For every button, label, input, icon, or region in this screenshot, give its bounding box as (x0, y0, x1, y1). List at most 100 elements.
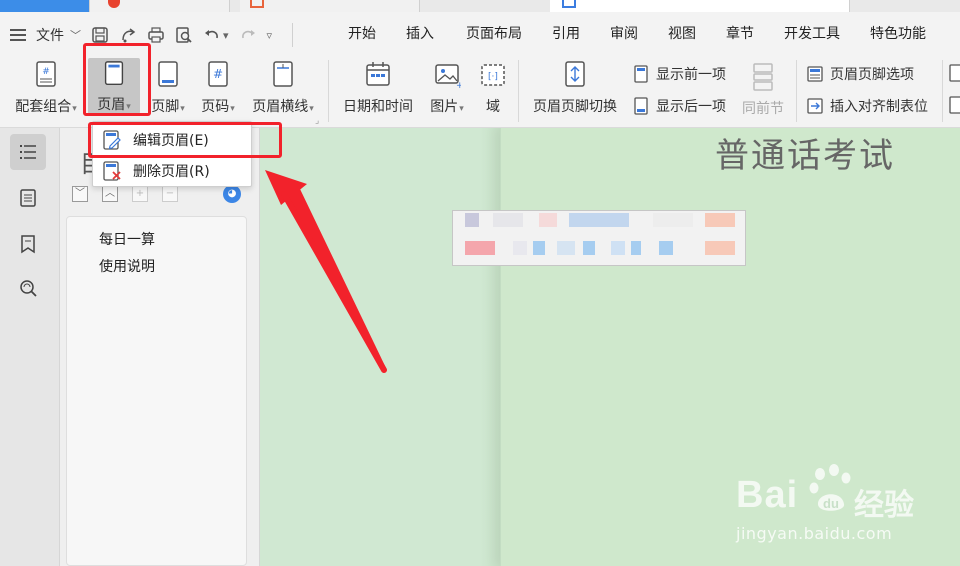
group-expand-icon[interactable]: ⌟ (315, 116, 319, 126)
document-icon (250, 0, 264, 8)
list-item[interactable]: 使用说明 (99, 256, 155, 276)
print-icon[interactable] (147, 26, 165, 44)
delete-header-label: 删除页眉(R) (133, 164, 210, 180)
save-icon[interactable] (91, 26, 109, 44)
chevron-down-icon[interactable]: ▾ (223, 29, 229, 42)
divider (518, 60, 519, 122)
footer-icon (158, 61, 178, 87)
header-footer-switch-button[interactable]: 页眉页脚切换 (528, 60, 622, 116)
watermark-brand: Bai (736, 474, 799, 516)
show-previous-label: 显示前一项 (656, 67, 726, 83)
divider (292, 23, 294, 47)
tab-developer[interactable]: 开发工具 (784, 23, 840, 43)
customize-toolbar-icon[interactable]: ▿ (267, 29, 273, 42)
chevron-down-icon[interactable]: ﹀ (70, 27, 81, 43)
navigation-pane: 目 ﹀ ︿ + − ◕ 每日一算 使用说明 (60, 128, 260, 566)
tab-home[interactable]: 开始 (348, 23, 376, 43)
align-tab-icon (807, 98, 823, 114)
header-line-button[interactable]: 页眉横线▾ (246, 60, 320, 116)
remove-heading-icon[interactable]: − (162, 186, 178, 202)
tab-page-layout[interactable]: 页面布局 (466, 23, 522, 43)
list-item[interactable]: 每日一算 (99, 229, 155, 249)
redo-icon[interactable] (239, 26, 257, 44)
options-label: 页眉页脚选项 (830, 67, 914, 83)
image-icon: + (435, 64, 461, 90)
paw-logo-icon: du (809, 464, 851, 511)
find-replace-button[interactable] (10, 270, 46, 306)
divider (942, 60, 943, 122)
export-icon[interactable] (119, 26, 137, 44)
document-tab[interactable] (240, 0, 420, 12)
caret-down-icon: ▾ (459, 104, 464, 114)
footer-label: 页脚 (151, 99, 180, 115)
caret-down-icon: ▾ (180, 104, 185, 114)
switch-icon (565, 61, 585, 87)
calendar-icon (366, 62, 390, 86)
insert-align-tab-button[interactable]: 插入对齐制表位 (806, 96, 928, 116)
baidu-watermark: Bai du 经验 jingyan.baidu.com (730, 462, 950, 552)
field-icon: [·] (481, 64, 505, 86)
bundle-label: 配套组合 (15, 99, 72, 115)
document-list-icon (20, 189, 36, 207)
same-as-previous-button[interactable]: 同前节 (738, 62, 788, 118)
footer-button[interactable]: 页脚▾ (146, 60, 190, 116)
edit-header-menu-item[interactable]: 编辑页眉(E) (93, 125, 253, 155)
tab-insert[interactable]: 插入 (406, 23, 434, 43)
document-tab[interactable] (90, 0, 230, 12)
page-list-button[interactable] (10, 180, 46, 216)
watermark-jingyan: 经验 (854, 488, 914, 523)
header-label: 页眉 (97, 97, 126, 113)
bookmark-button[interactable] (10, 226, 46, 262)
caret-down-icon: ▾ (72, 104, 77, 114)
caret-down-icon: ▾ (126, 102, 131, 112)
tab-view[interactable]: 视图 (668, 23, 696, 43)
image-button[interactable]: + 图片▾ (424, 60, 470, 116)
switch-label: 页眉页脚切换 (533, 99, 617, 115)
header-button[interactable]: 页眉▾ (88, 58, 140, 114)
print-preview-icon[interactable] (175, 26, 193, 44)
tab-references[interactable]: 引用 (552, 23, 580, 43)
watermark-url: jingyan.baidu.com (736, 524, 893, 543)
ribbon-toolbar: # 配套组合▾ 页眉▾ 页脚▾ # 页码▾ 页眉横线▾ ⌟ 日期和时间 + 图片… (0, 52, 960, 128)
page-number-button[interactable]: # 页码▾ (196, 60, 240, 116)
next-item-icon (634, 97, 648, 115)
header-footer-options-button[interactable]: 页眉页脚选项 (806, 64, 914, 84)
tab-review[interactable]: 审阅 (610, 23, 638, 43)
blurred-content (452, 210, 746, 266)
header-line-label: 页眉横线 (252, 99, 309, 115)
tab-section[interactable]: 章节 (726, 23, 754, 43)
outline-view-button[interactable] (10, 134, 46, 170)
overflow-icon[interactable] (948, 96, 960, 114)
bundle-button[interactable]: # 配套组合▾ (12, 60, 80, 116)
header-dropdown-menu: 编辑页眉(E) 删除页眉(R) (92, 121, 252, 187)
edit-header-icon (103, 130, 121, 150)
overflow-icon[interactable] (948, 64, 960, 82)
window-tab-strip (0, 0, 960, 12)
tab-special-features[interactable]: 特色功能 (870, 23, 926, 43)
show-next-button[interactable]: 显示后一项 (632, 96, 726, 116)
field-label: 域 (486, 99, 500, 115)
show-previous-button[interactable]: 显示前一项 (632, 64, 726, 84)
app-logo-icon (108, 0, 120, 8)
document-icon (562, 0, 576, 8)
file-menu[interactable]: 文件 (36, 25, 64, 45)
expand-all-icon[interactable]: ︿ (102, 186, 118, 202)
document-title: 普通话考试 (715, 136, 895, 176)
link-previous-icon (753, 63, 773, 91)
field-button[interactable]: [·] 域 (478, 60, 508, 116)
collapse-all-icon[interactable]: ﹀ (72, 186, 88, 202)
header-icon (104, 61, 124, 85)
smart-outline-icon[interactable]: ◕ (223, 185, 241, 203)
delete-header-icon (103, 161, 121, 181)
delete-header-menu-item[interactable]: 删除页眉(R) (93, 156, 253, 186)
previous-item-icon (634, 65, 648, 83)
divider (328, 60, 329, 122)
date-time-button[interactable]: 日期和时间 (338, 60, 418, 116)
undo-icon[interactable] (203, 26, 221, 44)
header-line-icon (273, 61, 293, 87)
add-heading-icon[interactable]: + (132, 186, 148, 202)
active-document-tab[interactable] (550, 0, 850, 12)
divider (796, 60, 797, 122)
hamburger-menu-icon[interactable] (10, 29, 26, 41)
home-tab[interactable] (0, 0, 90, 12)
